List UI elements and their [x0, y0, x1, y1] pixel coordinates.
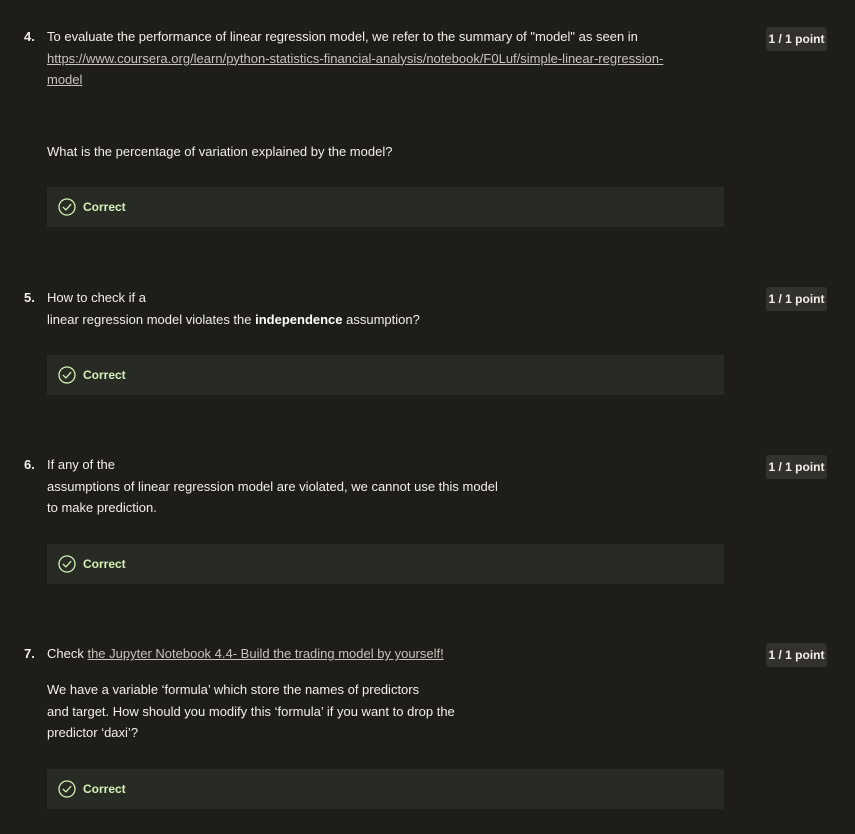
question-line: assumption? [342, 311, 420, 327]
correct-feedback: Correct [47, 769, 724, 809]
points-badge: 1 / 1 point [766, 27, 827, 51]
question-text: How to check if a linear regression mode… [47, 287, 420, 330]
question-line: linear regression model violates the [47, 311, 256, 327]
question-stem: To evaluate the performance of linear re… [47, 29, 638, 44]
points-badge: 1 / 1 point [766, 643, 827, 667]
correct-label: Correct [83, 200, 126, 214]
question-line: predictor ‘daxi’? [47, 725, 139, 740]
correct-label: Correct [83, 782, 126, 796]
question-number: 5. [24, 290, 35, 305]
correct-label: Correct [83, 557, 126, 571]
notebook-link[interactable]: the Jupyter Notebook 4.4- Build the trad… [87, 646, 443, 661]
correct-feedback: Correct [47, 355, 724, 395]
correct-label: Correct [83, 368, 126, 382]
question-text: If any of the assumptions of linear regr… [47, 454, 498, 519]
check-circle-icon [58, 198, 76, 216]
question-line: assumptions of linear regression model a… [47, 478, 498, 494]
question-text: To evaluate the performance of linear re… [47, 26, 663, 91]
question-number: 4. [24, 29, 35, 44]
check-circle-icon [58, 366, 76, 384]
question-line: We have a variable ‘formula’ which store… [47, 682, 420, 697]
question-text: Check the Jupyter Notebook 4.4- Build th… [47, 643, 444, 665]
notebook-link[interactable]: https://www.coursera.org/learn/python-st… [47, 51, 663, 88]
question-line: and target. How should you modify this ‘… [47, 703, 455, 719]
question-prompt: What is the percentage of variation expl… [47, 144, 393, 159]
correct-feedback: Correct [47, 544, 724, 584]
question-number: 7. [24, 646, 35, 661]
question-number: 6. [24, 457, 35, 472]
check-circle-icon [58, 780, 76, 798]
check-circle-icon [58, 555, 76, 573]
emphasis-text: independence [255, 311, 343, 327]
points-badge: 1 / 1 point [766, 287, 827, 311]
question-line: If any of the [47, 457, 115, 472]
points-badge: 1 / 1 point [766, 455, 827, 479]
correct-feedback: Correct [47, 187, 724, 227]
question-line: How to check if a [47, 290, 146, 305]
question-line: Check [47, 646, 88, 661]
question-prompt: We have a variable ‘formula’ which store… [47, 679, 455, 744]
question-line: to make prediction. [47, 500, 157, 515]
